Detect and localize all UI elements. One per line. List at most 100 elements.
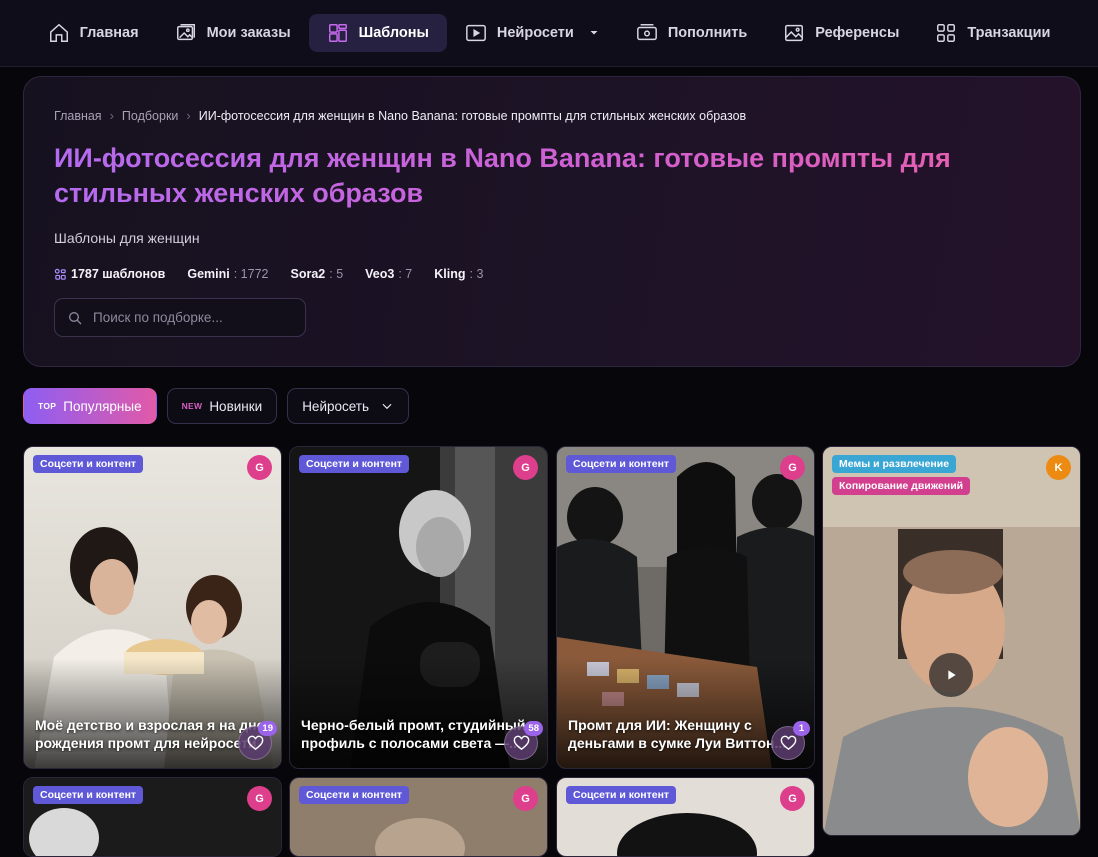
- card-badges: Соцсети и контент: [33, 455, 144, 473]
- like-count: 1: [793, 721, 810, 736]
- nav-item-home[interactable]: Главная: [30, 14, 157, 52]
- card-title-line: профиль с полосами света —...: [301, 735, 521, 751]
- stat-model-name: Kling: [434, 267, 466, 281]
- nav-item-orders[interactable]: Мои заказы: [157, 14, 309, 52]
- home-icon: [49, 23, 68, 42]
- like-button[interactable]: 58: [504, 721, 543, 760]
- category-badge: Соцсети и контент: [33, 455, 144, 473]
- stat-model-count: 7: [405, 267, 413, 281]
- stat-model-name: Veo3: [365, 267, 395, 281]
- heart-icon: [780, 735, 796, 750]
- chevron-down-icon: [590, 31, 598, 35]
- stat-model-name: Gemini: [187, 267, 230, 281]
- template-stats: 1787 шаблонов Gemini: 1772 Sora2: 5 Veo3…: [54, 267, 483, 281]
- nav-label: Пополнить: [667, 25, 748, 41]
- category-badge: Соцсети и контент: [566, 455, 677, 473]
- like-button[interactable]: 19: [238, 721, 277, 760]
- nav-label: Транзакции: [967, 25, 1051, 41]
- templates-icon: [328, 24, 347, 42]
- search-icon: [69, 311, 82, 324]
- like-button[interactable]: 1: [771, 721, 810, 760]
- template-card[interactable]: Соцсети и контент G: [289, 777, 548, 857]
- card-title-line: рождения промт для нейросети: [35, 735, 257, 751]
- collection-search[interactable]: [54, 298, 306, 337]
- new-tag: NEW: [181, 401, 203, 411]
- template-card[interactable]: Соцсети и контент G: [556, 777, 815, 857]
- nav-label: Шаблоны: [358, 25, 429, 41]
- model-badge: G: [513, 455, 538, 480]
- category-badge: Копирование движений: [832, 477, 971, 495]
- template-card-video[interactable]: Мемы и развлечение Копирование движений …: [822, 446, 1081, 836]
- filter-network-dropdown[interactable]: Нейросеть: [287, 388, 410, 424]
- filter-label: Популярные: [63, 398, 142, 414]
- template-card[interactable]: Соцсети и контент G: [23, 777, 282, 857]
- filter-popular-button[interactable]: TOP Популярные: [23, 388, 157, 424]
- search-input[interactable]: [93, 310, 283, 325]
- model-badge: G: [513, 786, 538, 811]
- breadcrumb-current: ИИ-фотосессия для женщин в Nano Banana: …: [198, 108, 747, 123]
- model-badge: G: [780, 786, 805, 811]
- nav-item-templates[interactable]: Шаблоны: [308, 14, 447, 52]
- breadcrumb-home[interactable]: Главная: [54, 109, 102, 123]
- page-title: ИИ-фотосессия для женщин в Nano Banana: …: [54, 141, 1054, 211]
- filter-label: Нейросеть: [302, 398, 370, 414]
- play-button[interactable]: [929, 653, 973, 697]
- card-badges: Соцсети и контент: [299, 455, 410, 473]
- templates-count-icon: [54, 268, 66, 280]
- card-title-line: Черно-белый промт, студийный: [301, 717, 526, 733]
- card-badges: Мемы и развлечение Копирование движений: [832, 455, 971, 495]
- category-badge: Мемы и развлечение: [832, 455, 957, 473]
- card-badges: Соцсети и контент: [33, 786, 144, 804]
- nav-item-topup[interactable]: Пополнить: [618, 14, 765, 52]
- stat-total-label: 1787 шаблонов: [71, 267, 166, 281]
- card-badges: Соцсети и контент: [299, 786, 410, 804]
- heart-icon: [513, 735, 529, 750]
- model-badge: G: [780, 455, 805, 480]
- card-title: Моё детство и взрослая я на дне рождения…: [35, 716, 271, 752]
- template-card[interactable]: Соцсети и контент G Моё детство и взросл…: [23, 446, 282, 769]
- breadcrumb-separator-icon: ›: [186, 108, 191, 123]
- nav-label: Мои заказы: [206, 25, 291, 41]
- card-image: [823, 447, 1080, 835]
- filter-new-button[interactable]: NEW Новинки: [166, 388, 278, 424]
- top-tag: TOP: [38, 401, 57, 411]
- category-badge: Соцсети и контент: [566, 786, 677, 804]
- stat-model: Kling: 3: [434, 267, 484, 281]
- nav-item-transactions[interactable]: Транзакции: [917, 14, 1068, 52]
- like-count: 19: [258, 721, 277, 736]
- collection-header: Главная › Подборки › ИИ-фотосессия для ж…: [23, 76, 1081, 367]
- breadcrumb-separator-icon: ›: [109, 108, 114, 123]
- template-card[interactable]: Соцсети и контент G Черно-белый промт, с…: [289, 446, 548, 769]
- stat-total: 1787 шаблонов: [54, 267, 165, 281]
- template-card[interactable]: Соцсети и контент G Промт для ИИ: Женщин…: [556, 446, 815, 769]
- top-navigation: Главная Мои заказы Шаблоны Нейросети Поп…: [0, 0, 1098, 67]
- chevron-down-icon: [382, 403, 392, 410]
- filter-bar: TOP Популярные NEW Новинки Нейросеть: [23, 388, 410, 424]
- stat-model: Sora2: 5: [290, 267, 344, 281]
- page-subtitle: Шаблоны для женщин: [54, 230, 200, 246]
- card-badges: Соцсети и контент: [566, 786, 677, 804]
- nav-label: Референсы: [815, 25, 900, 41]
- card-title-line: Промт для ИИ: Женщину с: [568, 717, 752, 733]
- card-title-line: Моё детство и взрослая я на дне: [35, 717, 265, 733]
- breadcrumb-collections[interactable]: Подборки: [122, 109, 178, 123]
- stat-model-name: Sora2: [290, 267, 326, 281]
- breadcrumb: Главная › Подборки › ИИ-фотосессия для ж…: [54, 108, 746, 123]
- stat-model-count: 1772: [240, 267, 269, 281]
- card-title: Черно-белый промт, студийный профиль с п…: [301, 716, 537, 752]
- grid-icon: [937, 24, 956, 42]
- model-badge: G: [247, 786, 272, 811]
- model-badge: G: [247, 455, 272, 480]
- card-title: Промт для ИИ: Женщину с деньгами в сумке…: [568, 716, 804, 752]
- category-badge: Соцсети и контент: [299, 786, 410, 804]
- nav-item-references[interactable]: Референсы: [765, 14, 917, 52]
- nav-label: Главная: [79, 25, 139, 41]
- card-badges: Соцсети и контент: [566, 455, 677, 473]
- nav-item-networks[interactable]: Нейросети: [447, 14, 618, 52]
- play-icon: [948, 670, 956, 680]
- image-icon: [785, 24, 804, 42]
- category-badge: Соцсети и контент: [33, 786, 144, 804]
- model-badge: K: [1046, 455, 1071, 480]
- gallery-icon: [176, 24, 195, 41]
- filter-label: Новинки: [209, 398, 263, 414]
